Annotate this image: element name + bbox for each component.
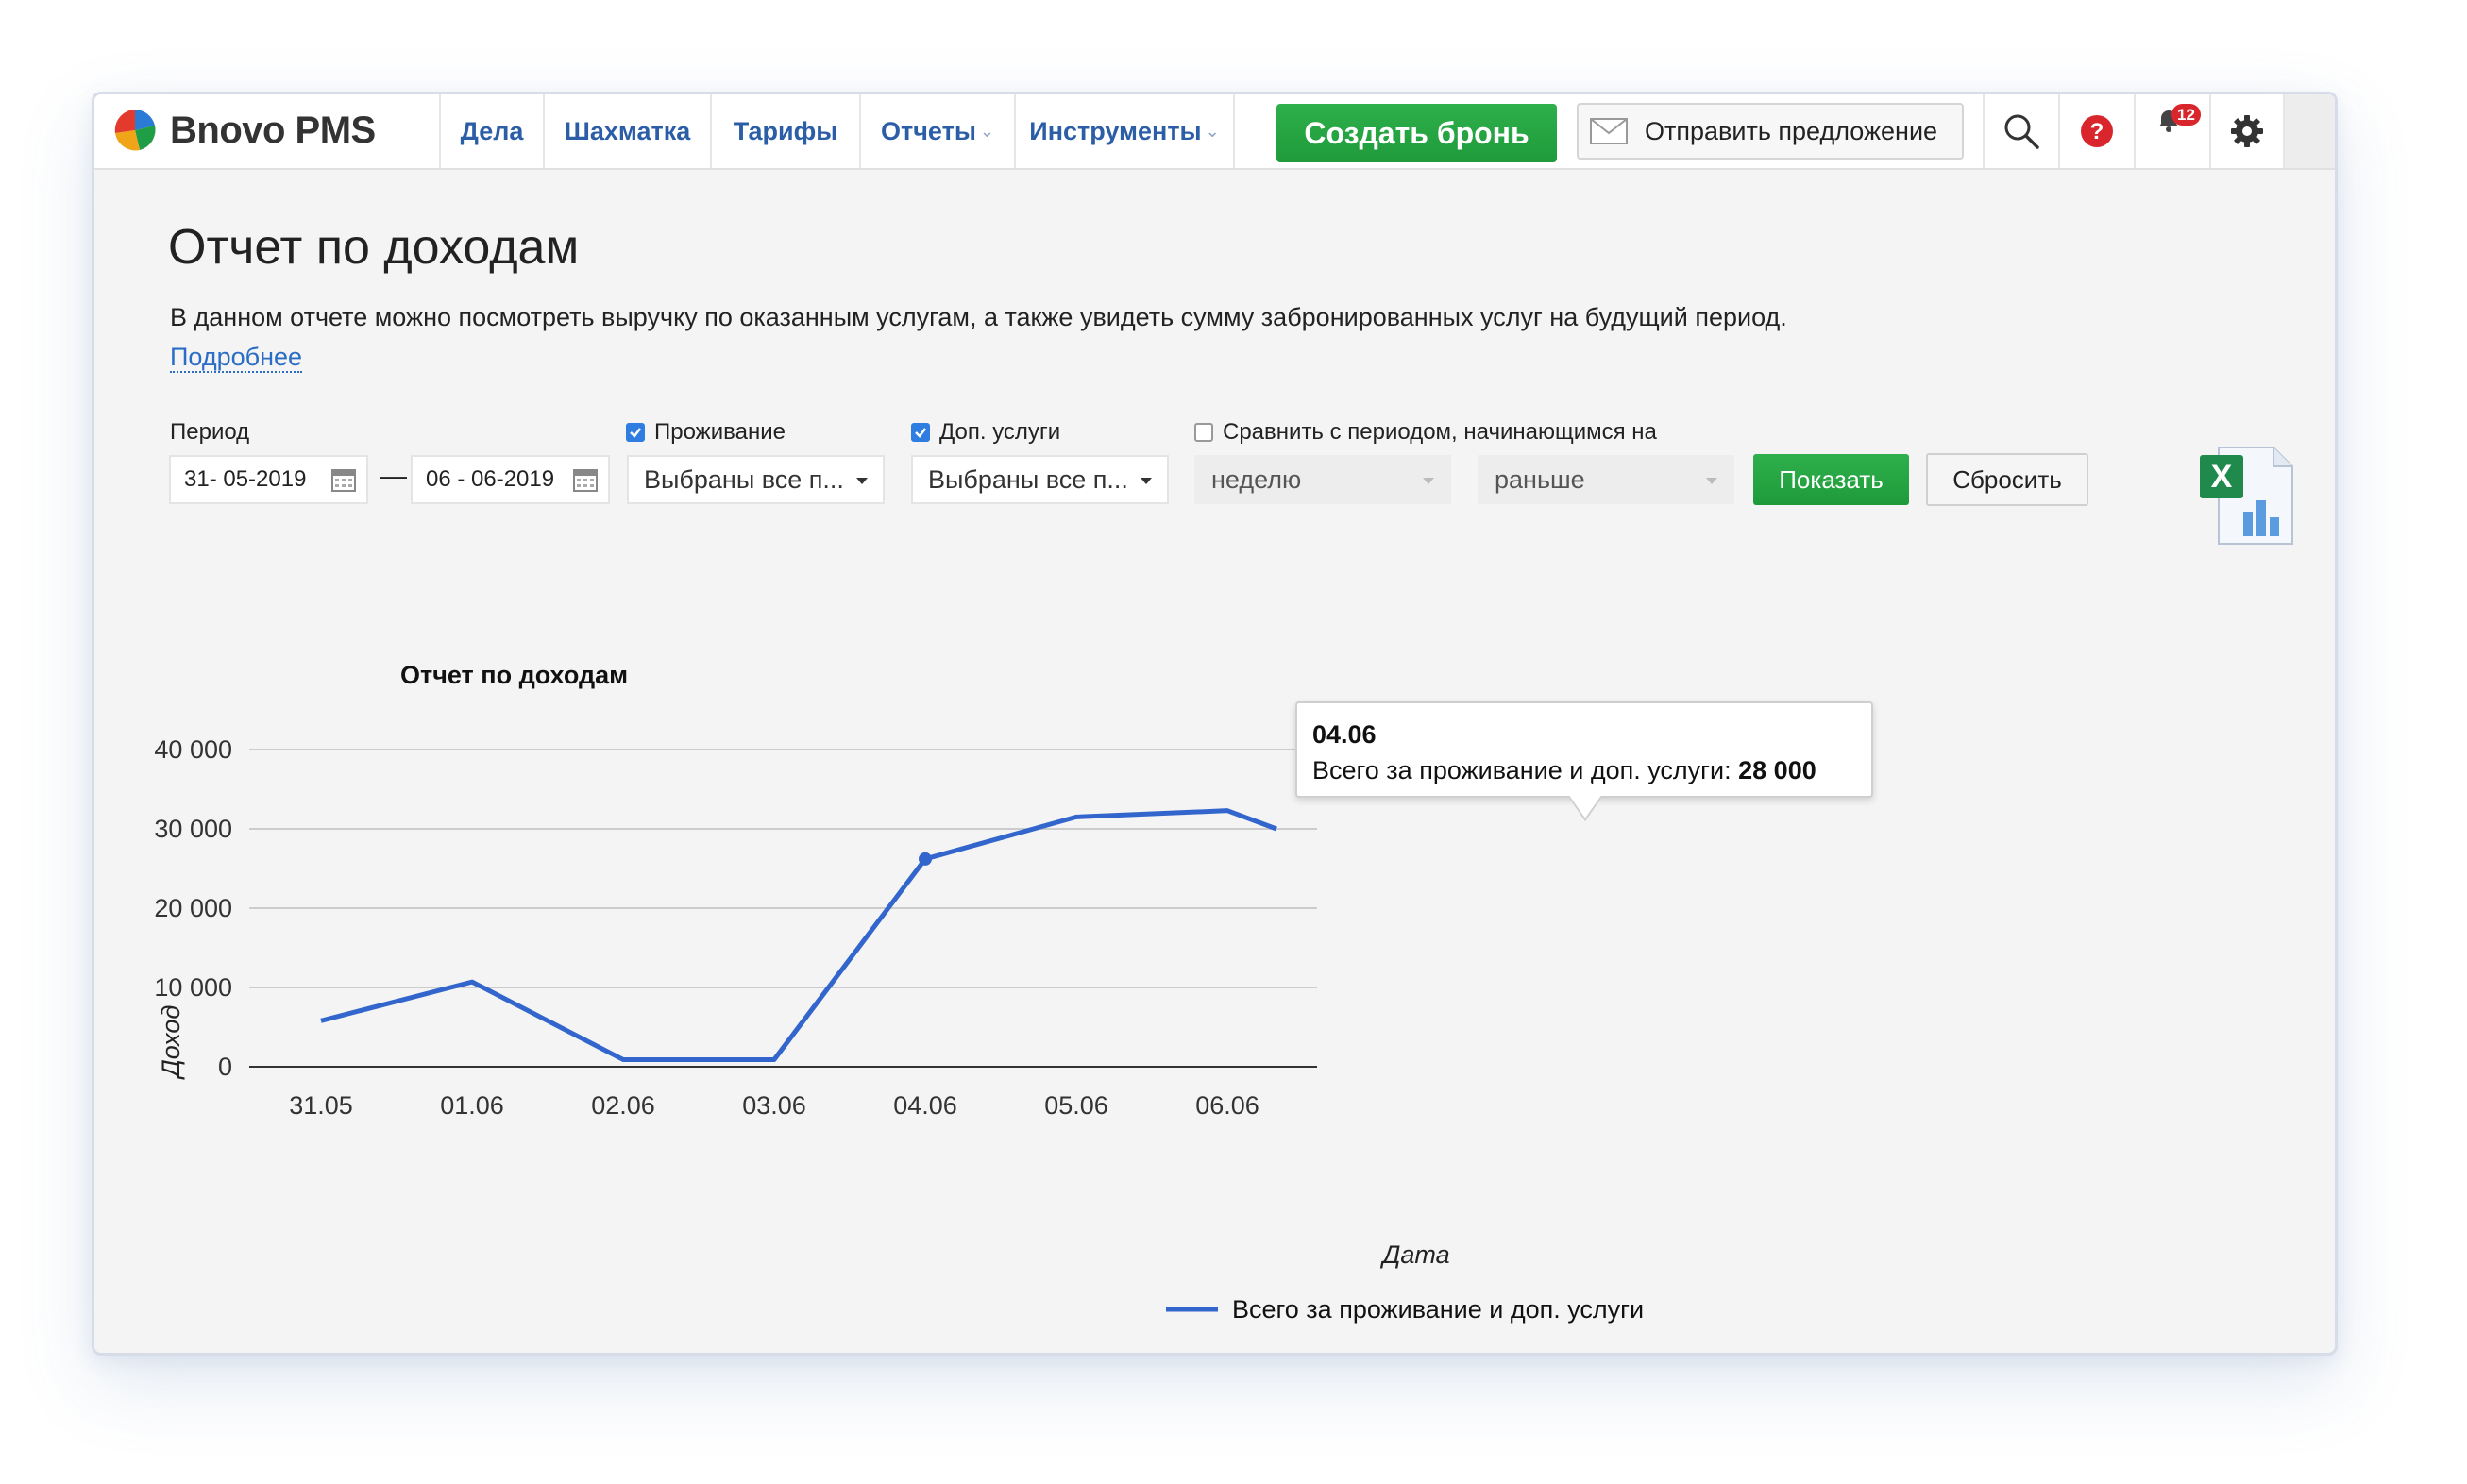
svg-text:?: ? <box>2090 119 2104 144</box>
svg-text:X: X <box>2211 459 2233 495</box>
bnovo-logo-icon <box>114 110 156 151</box>
y-tick-label: 10 000 <box>154 973 232 1002</box>
nav-item-chessboard[interactable]: Шахматка <box>543 94 710 168</box>
compare-filter: Сравнить с периодом, начинающимся на <box>1194 419 1657 446</box>
app-name: Bnovo PMS <box>170 109 376 151</box>
accommodation-select[interactable]: Выбраны все п... <box>627 455 885 504</box>
extra-services-checkbox[interactable] <box>911 423 930 442</box>
show-button[interactable]: Показать <box>1753 454 1909 505</box>
tooltip-title: 04.06 <box>1312 720 1377 749</box>
app-logo[interactable]: Bnovo PMS <box>111 106 376 155</box>
calendar-icon[interactable] <box>572 466 599 493</box>
accommodation-label: Проживание <box>654 419 786 445</box>
search-icon <box>2004 114 2039 149</box>
description-text: В данном отчете можно посмотреть выручку… <box>170 303 1787 331</box>
more-link[interactable]: Подробнее <box>170 343 303 373</box>
date-from-field[interactable]: 31- 05-2019 <box>169 455 368 504</box>
compare-direction-select[interactable]: раньше <box>1478 455 1734 504</box>
notification-count-badge: 12 <box>2171 104 2201 126</box>
x-tick-label: 06.06 <box>1195 1091 1259 1120</box>
settings-button[interactable] <box>2209 94 2285 168</box>
reset-button[interactable]: Сбросить <box>1926 453 2088 506</box>
x-tick-label: 05.06 <box>1044 1091 1108 1120</box>
help-button[interactable]: ? <box>2058 94 2134 168</box>
chevron-down-icon: ⌄ <box>979 121 994 141</box>
accommodation-select-value: Выбраны все п... <box>644 464 844 494</box>
date-to-field[interactable]: 06 - 06-2019 <box>411 455 610 504</box>
app-window: Bnovo PMS Дела Шахматка Тарифы Отчеты ⌄ И… <box>92 92 2338 1356</box>
extra-services-label: Доп. услуги <box>939 419 1061 445</box>
y-tick-label: 30 000 <box>154 815 232 843</box>
compare-checkbox[interactable] <box>1194 423 1213 442</box>
x-tick-label: 01.06 <box>440 1091 504 1120</box>
legend-label: Всего за проживание и доп. услуги <box>1232 1295 1644 1324</box>
compare-direction-value: раньше <box>1495 464 1585 494</box>
y-tick-label: 20 000 <box>154 894 232 922</box>
x-tick-label: 02.06 <box>591 1091 655 1120</box>
nav-item-label: Отчеты <box>881 116 976 145</box>
excel-export-icon[interactable]: X <box>2198 444 2296 548</box>
search-button[interactable] <box>1983 94 2058 168</box>
tooltip-value: 28 000 <box>1738 756 1816 784</box>
date-to-value: 06 - 06-2019 <box>426 466 555 492</box>
accommodation-checkbox[interactable] <box>626 423 645 442</box>
y-axis-label: Доход <box>157 1005 185 1081</box>
chart-title: Отчет по доходам <box>400 661 628 689</box>
nav-item-tools[interactable]: Инструменты ⌄ <box>1014 94 1235 168</box>
date-range-dash: — <box>380 461 407 490</box>
chevron-down-icon: ⌄ <box>1205 121 1220 141</box>
extra-services-select-value: Выбраны все п... <box>928 464 1128 494</box>
send-offer-label: Отправить предложение <box>1645 116 1938 145</box>
y-tick-label: 40 000 <box>154 735 232 764</box>
compare-unit-value: неделю <box>1211 464 1302 494</box>
topbar-filler <box>2285 94 2335 168</box>
compare-label: Сравнить с периодом, начинающимся на <box>1223 419 1657 445</box>
tooltip-label: Всего за проживание и доп. услуги: <box>1312 756 1732 784</box>
period-label: Период <box>170 419 250 445</box>
envelope-icon <box>1590 118 1628 144</box>
send-offer-button[interactable]: Отправить предложение <box>1577 103 1964 160</box>
page-description: В данном отчете можно посмотреть выручку… <box>170 297 1794 377</box>
chart-tooltip: 04.06 Всего за проживание и доп. услуги:… <box>1295 701 1873 821</box>
top-navigation-bar: Bnovo PMS Дела Шахматка Тарифы Отчеты ⌄ И… <box>94 94 2335 170</box>
extra-services-select[interactable]: Выбраны все п... <box>911 455 1169 504</box>
create-booking-button[interactable]: Создать бронь <box>1276 104 1557 162</box>
nav-item-reports[interactable]: Отчеты ⌄ <box>859 94 1014 168</box>
x-tick-label: 31.05 <box>289 1091 353 1120</box>
series-line <box>320 808 1277 1062</box>
tooltip-data-point[interactable] <box>919 852 932 866</box>
gear-icon <box>2231 115 2263 147</box>
calendar-icon[interactable] <box>330 466 357 493</box>
notifications-button[interactable]: 12 <box>2134 94 2209 168</box>
nav-item-tasks[interactable]: Дела <box>439 94 543 168</box>
x-axis-label: Дата <box>1379 1240 1449 1269</box>
page-title: Отчет по доходам <box>168 220 580 275</box>
compare-unit-select[interactable]: неделю <box>1194 455 1451 504</box>
nav-item-rates[interactable]: Тарифы <box>710 94 859 168</box>
accommodation-filter: Проживание <box>626 419 786 446</box>
caret-down-icon <box>856 478 868 484</box>
nav-item-label: Тарифы <box>733 116 838 145</box>
caret-down-icon <box>1706 478 1717 484</box>
caret-down-icon <box>1423 478 1434 484</box>
date-from-value: 31- 05-2019 <box>184 466 307 492</box>
x-tick-label: 04.06 <box>893 1091 957 1120</box>
x-tick-label: 03.06 <box>742 1091 806 1120</box>
caret-down-icon <box>1141 478 1152 484</box>
help-icon: ? <box>2081 115 2113 147</box>
revenue-chart: Отчет по доходам 0 10 000 20 000 30 000 40 0… <box>154 661 1644 1324</box>
nav-item-label: Дела <box>460 116 524 145</box>
checkmark-icon <box>630 428 641 438</box>
y-tick-label: 0 <box>218 1053 232 1081</box>
extra-services-filter: Доп. услуги <box>911 419 1060 446</box>
nav-item-label: Шахматка <box>564 116 691 145</box>
checkmark-icon <box>915 428 926 438</box>
nav-item-label: Инструменты <box>1029 116 1202 145</box>
